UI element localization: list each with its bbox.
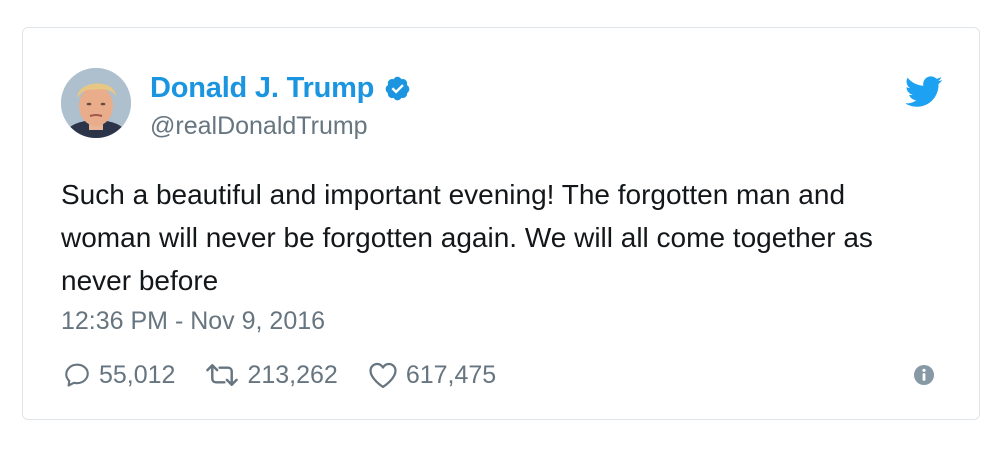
- heart-icon: [369, 362, 397, 388]
- reply-icon: [65, 363, 89, 387]
- retweet-icon: [206, 364, 239, 386]
- author-name-row: Donald J. Trump: [150, 70, 411, 106]
- author-handle[interactable]: @realDonaldTrump: [150, 112, 368, 141]
- reply-count: 55,012: [99, 360, 176, 389]
- verified-badge-icon: [384, 75, 411, 102]
- tweet-actions: 55,012 213,262 617,475: [63, 358, 526, 392]
- retweet-count: 213,262: [247, 360, 338, 389]
- tweet-timestamp[interactable]: 12:36 PM - Nov 9, 2016: [61, 307, 325, 336]
- tweet-card: Donald J. Trump @realDonaldTrump Such a …: [22, 27, 980, 420]
- like-count: 617,475: [405, 360, 497, 389]
- info-icon[interactable]: [913, 364, 935, 386]
- avatar[interactable]: [61, 68, 131, 138]
- display-name[interactable]: Donald J. Trump: [150, 72, 374, 105]
- like-button[interactable]: 617,475: [368, 361, 496, 390]
- reply-button[interactable]: 55,012: [63, 361, 175, 390]
- tweet-text: Such a beautiful and important evening! …: [61, 179, 873, 296]
- twitter-bird-icon[interactable]: [905, 76, 943, 108]
- retweet-button[interactable]: 213,262: [205, 360, 338, 390]
